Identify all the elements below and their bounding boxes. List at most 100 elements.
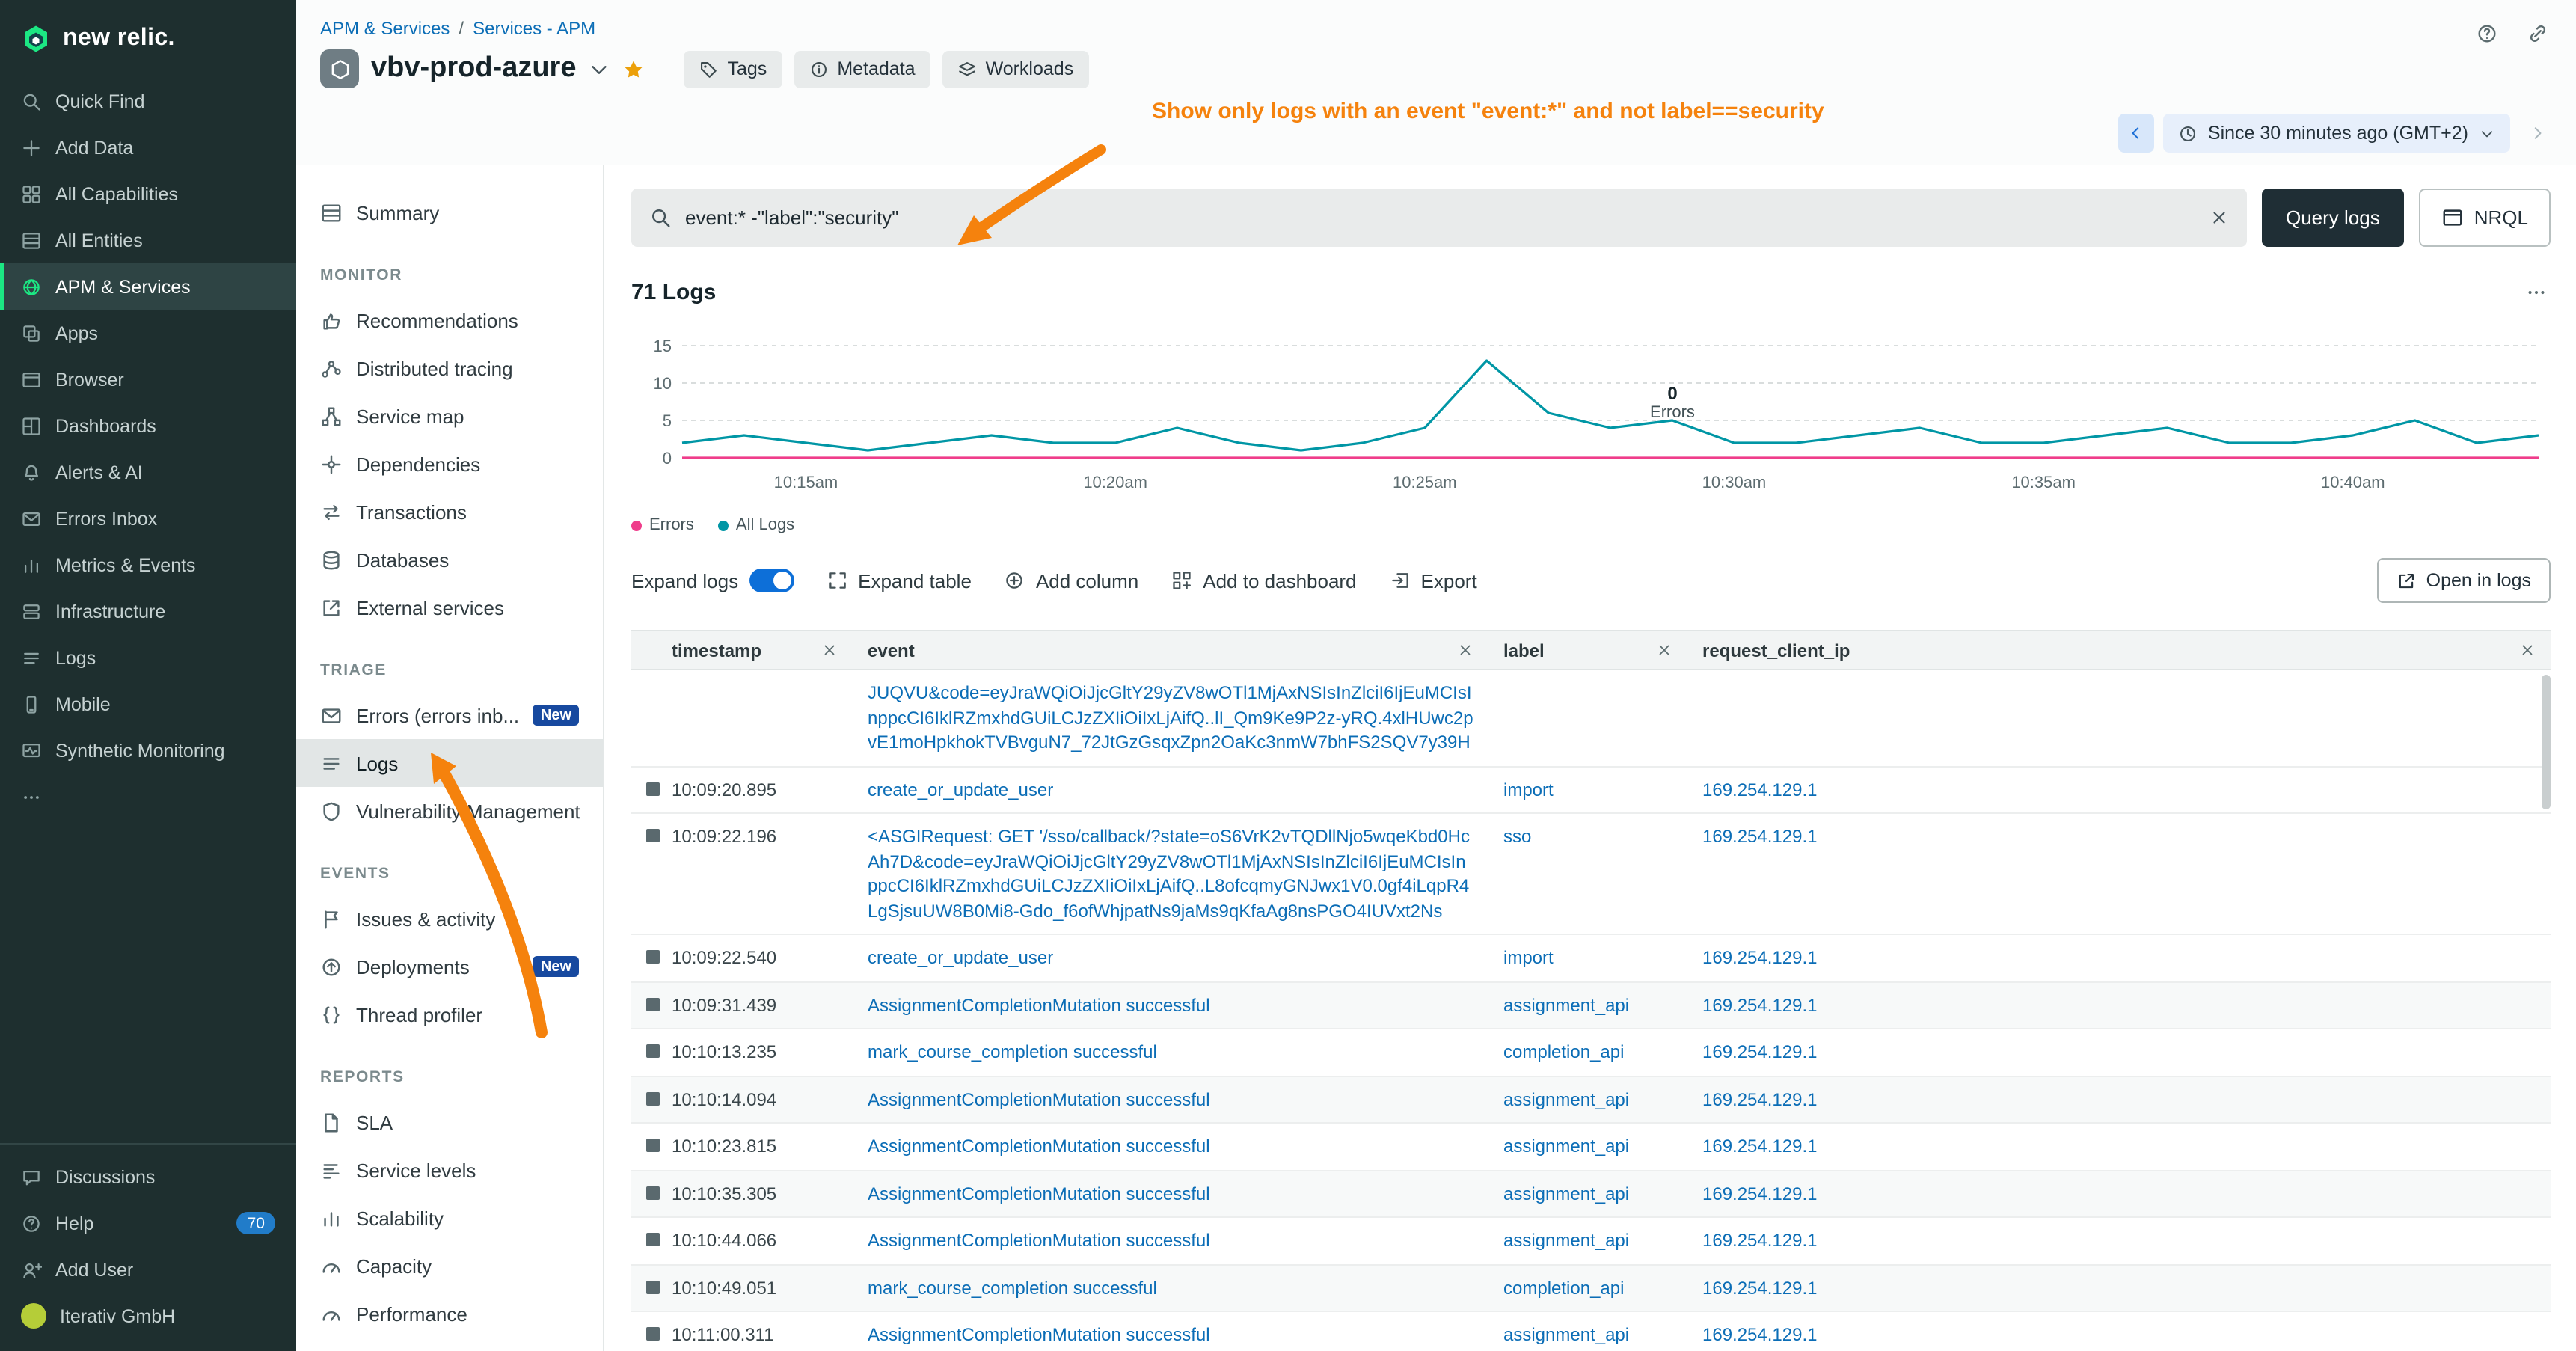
sidebar-item-more[interactable] xyxy=(0,773,296,820)
metadata-button[interactable]: Metadata xyxy=(794,50,930,88)
sidebar-item-dashboards[interactable]: Dashboards xyxy=(0,402,296,449)
row-handle-icon[interactable] xyxy=(646,997,660,1011)
column-header-event[interactable]: event xyxy=(853,631,1488,669)
query-logs-button[interactable]: Query logs xyxy=(2262,189,2404,247)
log-label-link[interactable]: sso xyxy=(1503,826,1531,847)
help-circle-button[interactable] xyxy=(2468,15,2504,51)
log-event-link[interactable]: AssignmentCompletionMutation successful xyxy=(868,1136,1210,1157)
log-ip-link[interactable]: 169.254.129.1 xyxy=(1702,826,1818,847)
log-label-link[interactable]: import xyxy=(1503,947,1554,968)
remove-column-icon[interactable] xyxy=(1457,642,1473,658)
sidebar-item-all-entities[interactable]: All Entities xyxy=(0,217,296,263)
log-ip-link[interactable]: 169.254.129.1 xyxy=(1702,1183,1818,1204)
subnav-item-transactions[interactable]: Transactions xyxy=(296,488,603,536)
log-label-link[interactable]: assignment_api xyxy=(1503,1183,1629,1204)
sidebar-item-add-user[interactable]: Add User xyxy=(0,1246,296,1293)
entity-switcher-chevron-icon[interactable] xyxy=(589,58,611,80)
sidebar-item-logs[interactable]: Logs xyxy=(0,634,296,681)
log-event-link[interactable]: mark_course_completion successful xyxy=(868,1041,1157,1062)
sidebar-item-add-data[interactable]: Add Data xyxy=(0,124,296,171)
log-label-link[interactable]: assignment_api xyxy=(1503,1088,1629,1109)
sidebar-item-alerts-ai[interactable]: Alerts & AI xyxy=(0,449,296,495)
log-row[interactable]: 10:09:31.439 AssignmentCompletionMutatio… xyxy=(631,982,2551,1029)
breadcrumb-apm-services[interactable]: APM & Services xyxy=(320,18,450,39)
log-ip-link[interactable]: 169.254.129.1 xyxy=(1702,994,1818,1015)
subnav-item-dependencies[interactable]: Dependencies xyxy=(296,440,603,488)
subnav-item-summary[interactable]: Summary xyxy=(296,189,603,236)
row-handle-icon[interactable] xyxy=(646,1186,660,1199)
subnav-item-service-map[interactable]: Service map xyxy=(296,392,603,440)
column-header-timestamp[interactable]: timestamp xyxy=(631,631,853,669)
copy-permalink-button[interactable] xyxy=(2519,15,2555,51)
breadcrumb-services-apm[interactable]: Services - APM xyxy=(473,18,595,39)
subnav-item-performance[interactable]: Performance xyxy=(296,1290,603,1338)
log-event-link[interactable]: <ASGIRequest: GET '/sso/callback/?state=… xyxy=(868,826,1470,921)
sidebar-item-metrics-events[interactable]: Metrics & Events xyxy=(0,542,296,588)
subnav-item-errors-inbox[interactable]: Errors (errors inb...New xyxy=(296,691,603,739)
log-row[interactable]: 10:10:13.235 mark_course_completion succ… xyxy=(631,1029,2551,1076)
row-handle-icon[interactable] xyxy=(646,1280,660,1293)
remove-column-icon[interactable] xyxy=(1656,642,1672,658)
log-event-link[interactable]: AssignmentCompletionMutation successful xyxy=(868,1230,1210,1251)
table-scrollbar[interactable] xyxy=(2542,675,2551,1213)
log-label-link[interactable]: assignment_api xyxy=(1503,1136,1629,1157)
log-label-link[interactable]: assignment_api xyxy=(1503,994,1629,1015)
subnav-item-sla[interactable]: SLA xyxy=(296,1098,603,1146)
legend-errors[interactable]: Errors xyxy=(631,516,694,534)
sidebar-item-all-capabilities[interactable]: All Capabilities xyxy=(0,171,296,217)
expand-table-button[interactable]: Expand table xyxy=(827,569,972,592)
log-row[interactable]: 10:10:35.305 AssignmentCompletionMutatio… xyxy=(631,1171,2551,1218)
log-row[interactable]: 10:10:49.051 mark_course_completion succ… xyxy=(631,1265,2551,1312)
log-ip-link[interactable]: 169.254.129.1 xyxy=(1702,779,1818,800)
sidebar-item-discussions[interactable]: Discussions xyxy=(0,1154,296,1200)
log-event-link[interactable]: mark_course_completion successful xyxy=(868,1277,1157,1298)
sidebar-item-apm-services[interactable]: APM & Services xyxy=(0,263,296,310)
subnav-item-external-services[interactable]: External services xyxy=(296,583,603,631)
sidebar-item-synthetic-monitoring[interactable]: Synthetic Monitoring xyxy=(0,727,296,773)
log-row[interactable]: 10:10:14.094 AssignmentCompletionMutatio… xyxy=(631,1076,2551,1124)
row-handle-icon[interactable] xyxy=(646,1327,660,1341)
workloads-button[interactable]: Workloads xyxy=(942,50,1089,88)
log-event-link[interactable]: AssignmentCompletionMutation successful xyxy=(868,994,1210,1015)
column-header-label[interactable]: label xyxy=(1488,631,1687,669)
row-handle-icon[interactable] xyxy=(646,782,660,795)
nrql-button[interactable]: NRQL xyxy=(2419,189,2551,247)
add-to-dashboard-button[interactable]: Add to dashboard xyxy=(1171,569,1356,592)
log-ip-link[interactable]: 169.254.129.1 xyxy=(1702,1136,1818,1157)
logs-volume-chart[interactable]: 05101510:15am10:20am10:25am10:30am10:35a… xyxy=(631,311,2551,513)
subnav-item-deployments[interactable]: DeploymentsNew xyxy=(296,943,603,990)
subnav-item-distributed-tracing[interactable]: Distributed tracing xyxy=(296,344,603,392)
legend-all-logs[interactable]: All Logs xyxy=(718,516,794,534)
row-handle-icon[interactable] xyxy=(646,829,660,842)
row-handle-icon[interactable] xyxy=(646,950,660,964)
add-column-button[interactable]: Add column xyxy=(1005,569,1138,592)
column-header-request-client-ip[interactable]: request_client_ip xyxy=(1687,631,2551,669)
log-ip-link[interactable]: 169.254.129.1 xyxy=(1702,1230,1818,1251)
log-row[interactable]: 10:11:00.311 AssignmentCompletionMutatio… xyxy=(631,1312,2551,1351)
log-label-link[interactable]: completion_api xyxy=(1503,1041,1624,1062)
open-in-logs-button[interactable]: Open in logs xyxy=(2377,558,2551,603)
log-row[interactable]: 10:09:22.540 create_or_update_user impor… xyxy=(631,935,2551,982)
expand-logs-toggle[interactable] xyxy=(749,569,794,592)
log-ip-link[interactable]: 169.254.129.1 xyxy=(1702,947,1818,968)
sidebar-item-infrastructure[interactable]: Infrastructure xyxy=(0,588,296,634)
row-handle-icon[interactable] xyxy=(646,1233,660,1246)
subnav-item-capacity[interactable]: Capacity xyxy=(296,1242,603,1290)
subnav-item-thread-profiler[interactable]: Thread profiler xyxy=(296,990,603,1038)
subnav-item-service-levels[interactable]: Service levels xyxy=(296,1146,603,1194)
log-label-link[interactable]: import xyxy=(1503,779,1554,800)
log-event-link[interactable]: JUQVU&code=eyJraWQiOiJjcGltY29yZV8wOTl1M… xyxy=(868,682,1473,753)
sidebar-item-errors-inbox[interactable]: Errors Inbox xyxy=(0,495,296,542)
log-row[interactable]: 10:10:23.815 AssignmentCompletionMutatio… xyxy=(631,1124,2551,1171)
log-ip-link[interactable]: 169.254.129.1 xyxy=(1702,1088,1818,1109)
export-button[interactable]: Export xyxy=(1390,569,1477,592)
subnav-item-issues-activity[interactable]: Issues & activity xyxy=(296,895,603,943)
scrollbar-thumb[interactable] xyxy=(2542,675,2551,809)
log-event-link[interactable]: AssignmentCompletionMutation successful xyxy=(868,1183,1210,1204)
sidebar-item-mobile[interactable]: Mobile xyxy=(0,681,296,727)
favorite-star-icon[interactable] xyxy=(623,58,645,80)
log-label-link[interactable]: assignment_api xyxy=(1503,1324,1629,1345)
sidebar-item-apps[interactable]: Apps xyxy=(0,310,296,356)
more-options-button[interactable] xyxy=(2521,281,2551,304)
row-handle-icon[interactable] xyxy=(646,1044,660,1058)
